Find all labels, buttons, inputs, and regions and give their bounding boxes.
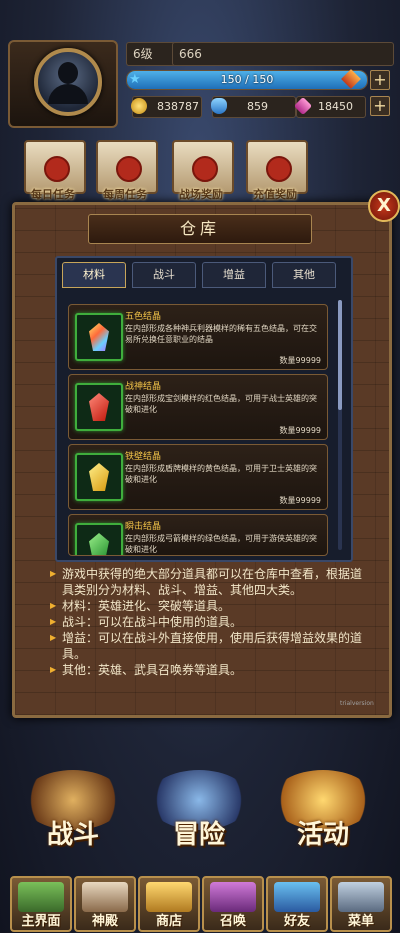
diamond-icon <box>293 96 313 116</box>
nav-main[interactable]: 主界面 <box>10 876 72 932</box>
close-button[interactable]: X <box>368 190 400 222</box>
tab-materials[interactable]: 材料 <box>62 262 126 288</box>
nav-main-label: 主界面 <box>21 914 61 929</box>
info-line: 游戏中获得的绝大部分道具都可以在仓库中查看，根据道具类别分为材料、战斗、增益、其… <box>50 566 370 598</box>
item-name: 瞬击结晶 <box>125 522 162 532</box>
nav-shop[interactable]: 商店 <box>138 876 200 932</box>
tab-other[interactable]: 其他 <box>272 262 336 288</box>
friends-icon <box>274 882 320 912</box>
info-line: 其他：英雄、武具召唤券等道具。 <box>50 662 370 678</box>
wax-seal-icon <box>44 156 70 182</box>
exp-text: 150 / 150 <box>220 73 274 86</box>
diamond-plus-button[interactable]: + <box>370 96 390 116</box>
nav-shop-label: 商店 <box>155 914 182 929</box>
item-desc: 在内部形成各种神兵利器模样的稀有五色结晶，可在交易所兑换任意职业的结晶 <box>125 324 317 344</box>
adventure-mode-label: 冒险 <box>172 820 225 850</box>
quest-label-daily: 每日任务 <box>31 188 75 201</box>
avatar-silhouette-body <box>48 84 88 104</box>
list-item[interactable]: 瞬击结晶 在内部形成弓箭模样的绿色结晶，可用于游侠英雄的突破和进化 <box>68 514 328 556</box>
yellow-crystal-icon <box>89 463 109 491</box>
warehouse-info: 游戏中获得的绝大部分道具都可以在仓库中查看，根据道具类别分为材料、战斗、增益、其… <box>50 566 370 678</box>
quest-label-weekly: 每周任务 <box>103 188 147 201</box>
nav-friends-label: 好友 <box>283 914 310 929</box>
green-crystal-icon <box>89 533 109 555</box>
version-tag: trialversion <box>340 700 374 707</box>
avatar-silhouette-head <box>58 62 78 84</box>
item-name: 铁壁结晶 <box>125 452 162 462</box>
wax-seal-icon <box>116 156 142 182</box>
gold-counter: 838787 <box>131 96 202 118</box>
nav-summon[interactable]: 召唤 <box>202 876 264 932</box>
nav-menu-label: 菜单 <box>347 914 374 929</box>
crystal-value: 859 <box>247 100 268 113</box>
item-desc: 在内部形成弓箭模样的绿色结晶，可用于游侠英雄的突破和进化 <box>125 534 317 554</box>
list-item[interactable]: 战神结晶 在内部形成宝剑模样的红色结晶，可用于战士英雄的突破和进化 数量9999… <box>68 374 328 440</box>
red-crystal-icon <box>89 393 109 421</box>
nav-temple-label: 神殿 <box>91 914 118 929</box>
adventure-mode-button[interactable]: 冒险 <box>138 770 260 856</box>
scrollbar-thumb[interactable] <box>338 300 342 410</box>
gold-coin-icon <box>131 98 147 114</box>
wax-seal-icon <box>266 156 292 182</box>
item-desc: 在内部形成盾牌模样的黄色结晶，可用于卫士英雄的突破和进化 <box>125 464 317 484</box>
temple-icon <box>82 882 128 912</box>
panel-title: 仓库 <box>88 214 312 244</box>
nav-menu[interactable]: 菜单 <box>330 876 392 932</box>
diamond-value: 18450 <box>318 100 353 113</box>
quest-label-battlefield: 战场奖励 <box>179 188 223 201</box>
nav-temple[interactable]: 神殿 <box>74 876 136 932</box>
player-header: 6级 666 ★ 150 / 150 + 838787 859 18450 + <box>0 34 400 128</box>
item-count: 数量99999 <box>279 496 321 505</box>
battle-mode-button[interactable]: 战斗 <box>12 770 134 856</box>
tab-battle[interactable]: 战斗 <box>132 262 196 288</box>
item-icon-frame <box>75 453 123 501</box>
player-name[interactable]: 666 <box>172 42 394 66</box>
event-mode-button[interactable]: 活动 <box>262 770 384 856</box>
exp-plus-button[interactable]: + <box>370 70 390 90</box>
exp-bar: ★ 150 / 150 <box>126 70 368 90</box>
crystal-icon <box>211 98 227 114</box>
list-item[interactable]: 铁壁结晶 在内部形成盾牌模样的黄色结晶，可用于卫士英雄的突破和进化 数量9999… <box>68 444 328 510</box>
item-icon-frame <box>75 523 123 555</box>
item-desc: 在内部形成宝剑模样的红色结晶，可用于战士英雄的突破和进化 <box>125 394 317 414</box>
list-item[interactable]: 五色结晶 在内部形成各种神兵利器模样的稀有五色结晶，可在交易所兑换任意职业的结晶… <box>68 304 328 370</box>
menu-icon <box>338 882 384 912</box>
event-mode-label: 活动 <box>296 820 349 850</box>
info-line: 材料：英雄进化、突破等道具。 <box>50 598 370 614</box>
gold-value: 838787 <box>157 100 199 113</box>
landscape-icon <box>18 882 64 912</box>
wax-seal-icon <box>192 156 218 182</box>
info-line: 战斗：可以在战斗中使用的道具。 <box>50 614 370 630</box>
nav-friends[interactable]: 好友 <box>266 876 328 932</box>
diamond-counter: 18450 <box>293 96 366 118</box>
item-name: 五色结晶 <box>125 312 162 322</box>
item-name: 战神结晶 <box>125 382 162 392</box>
avatar-frame[interactable] <box>8 40 118 128</box>
item-count: 数量99999 <box>279 356 321 365</box>
crystal-counter: 859 <box>211 96 296 118</box>
avatar[interactable] <box>34 48 102 116</box>
quest-label-recharge: 充值奖励 <box>253 188 297 201</box>
nav-summon-label: 召唤 <box>219 914 246 929</box>
summon-portal-icon <box>210 882 256 912</box>
player-level: 6级 <box>126 42 176 66</box>
five-color-crystal-icon <box>89 323 109 351</box>
info-line: 增益：可以在战斗外直接使用，使用后获得增益效果的道具。 <box>50 630 370 662</box>
tab-buff[interactable]: 增益 <box>202 262 266 288</box>
item-count: 数量99999 <box>279 426 321 435</box>
item-icon-frame <box>75 313 123 361</box>
coin-pile-icon <box>146 882 192 912</box>
battle-mode-label: 战斗 <box>46 820 99 850</box>
item-icon-frame <box>75 383 123 431</box>
